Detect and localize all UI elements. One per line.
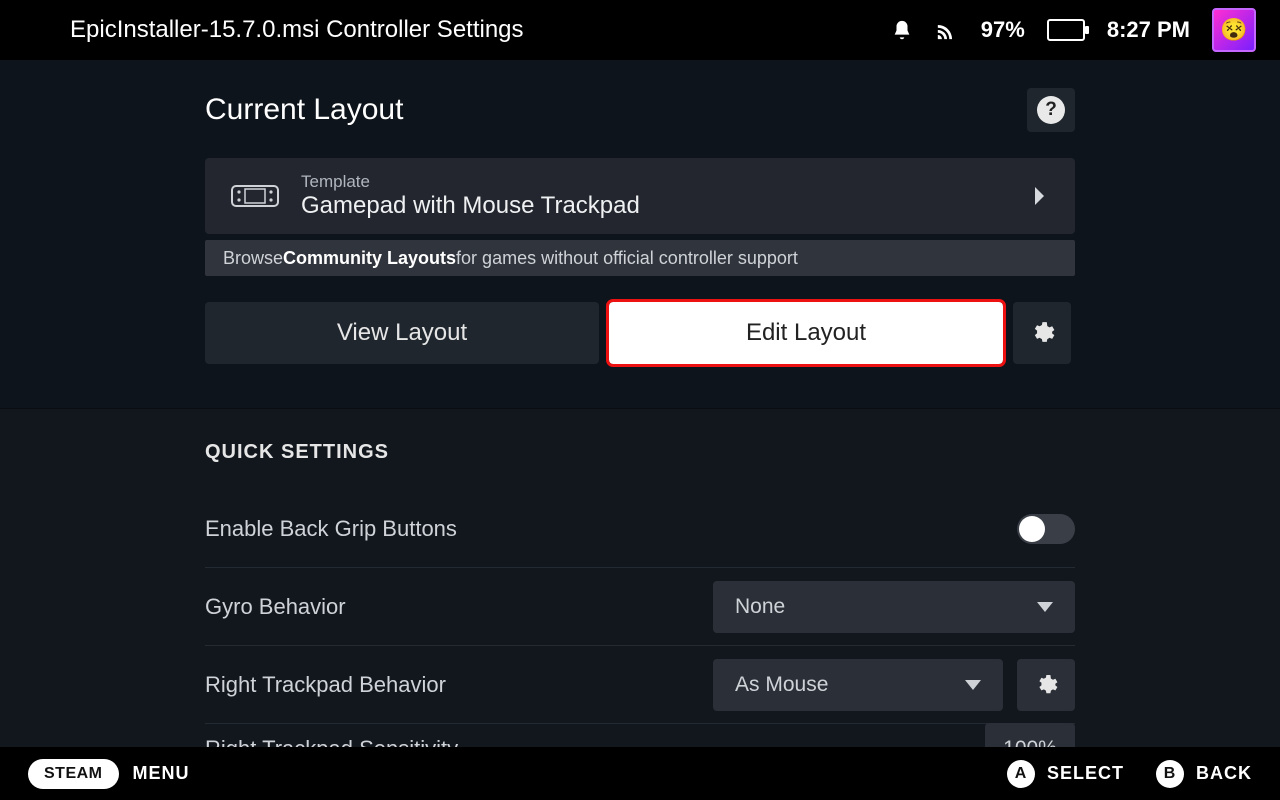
cast-icon[interactable] — [935, 19, 959, 41]
topbar: EpicInstaller-15.7.0.msi Controller Sett… — [0, 0, 1280, 60]
avatar[interactable]: 😵 — [1212, 8, 1256, 52]
select-label: SELECT — [1047, 763, 1124, 784]
view-layout-button[interactable]: View Layout — [205, 302, 599, 364]
bottom-hints: A SELECT B BACK — [1007, 760, 1252, 788]
bell-icon[interactable] — [891, 18, 913, 42]
controller-icon — [231, 181, 279, 211]
rtracksens-value: 100% — [1003, 737, 1057, 747]
battery-percent: 97% — [981, 17, 1025, 43]
edit-layout-button[interactable]: Edit Layout — [609, 302, 1003, 364]
row-back-grip-label: Enable Back Grip Buttons — [205, 516, 457, 542]
chevron-down-icon — [965, 680, 981, 690]
chevron-down-icon — [1037, 602, 1053, 612]
help-button[interactable]: ? — [1027, 88, 1075, 132]
steam-label: STEAM — [44, 765, 103, 783]
community-text-pre: Browse — [223, 248, 283, 269]
main: Current Layout ? Template Gamepad with M… — [0, 60, 1280, 747]
quick-settings-heading: QUICK SETTINGS — [205, 441, 1075, 464]
hint-select: A SELECT — [1007, 760, 1124, 788]
bottombar: STEAM MENU A SELECT B BACK — [0, 747, 1280, 800]
clock: 8:27 PM — [1107, 17, 1190, 43]
community-layouts-row[interactable]: Browse Community Layouts for games witho… — [205, 240, 1075, 276]
back-grip-toggle[interactable] — [1017, 514, 1075, 544]
template-text: Template Gamepad with Mouse Trackpad — [301, 172, 640, 220]
template-card[interactable]: Template Gamepad with Mouse Trackpad — [205, 158, 1075, 234]
rtrackpad-value: As Mouse — [735, 673, 828, 697]
quick-settings: QUICK SETTINGS Enable Back Grip Buttons … — [0, 408, 1280, 747]
b-button-icon: B — [1156, 760, 1184, 788]
community-text-post: for games without official controller su… — [456, 248, 798, 269]
rtrackpad-settings-button[interactable] — [1017, 659, 1075, 711]
gear-icon — [1034, 673, 1058, 697]
row-gyro-label: Gyro Behavior — [205, 594, 346, 620]
chevron-right-icon — [1033, 187, 1045, 205]
edit-layout-label: Edit Layout — [746, 319, 866, 347]
row-rtrackpad-label: Right Trackpad Behavior — [205, 672, 446, 698]
gyro-dropdown[interactable]: None — [713, 581, 1075, 633]
layout-settings-button[interactable] — [1013, 302, 1071, 364]
rtrackpad-dropdown[interactable]: As Mouse — [713, 659, 1003, 711]
layout-heading-row: Current Layout ? — [205, 60, 1075, 132]
avatar-emoji: 😵 — [1220, 17, 1247, 43]
template-label: Template — [301, 172, 640, 192]
menu-label: MENU — [133, 763, 190, 783]
template-name: Gamepad with Mouse Trackpad — [301, 192, 640, 220]
community-text-bold: Community Layouts — [283, 248, 456, 269]
layout-buttons: View Layout Edit Layout — [205, 302, 1075, 364]
gear-icon — [1029, 320, 1055, 346]
row-rtracksens-label: Right Trackpad Sensitivity — [205, 736, 458, 747]
status-area: 97% 8:27 PM 😵 — [891, 8, 1256, 52]
row-gyro: Gyro Behavior None — [205, 568, 1075, 646]
gyro-value: None — [735, 595, 785, 619]
steam-button[interactable]: STEAM — [28, 759, 119, 789]
layout-section: Current Layout ? Template Gamepad with M… — [205, 60, 1075, 364]
page-title: EpicInstaller-15.7.0.msi Controller Sett… — [70, 16, 891, 44]
row-rtrackpad-behavior: Right Trackpad Behavior As Mouse — [205, 646, 1075, 724]
view-layout-label: View Layout — [337, 319, 467, 347]
layout-heading: Current Layout — [205, 93, 403, 127]
hint-back: B BACK — [1156, 760, 1252, 788]
rtracksens-value-box[interactable]: 100% — [985, 723, 1075, 747]
a-button-icon: A — [1007, 760, 1035, 788]
back-label: BACK — [1196, 763, 1252, 784]
help-icon: ? — [1037, 96, 1065, 124]
row-back-grip: Enable Back Grip Buttons — [205, 490, 1075, 568]
row-rtrackpad-sensitivity: Right Trackpad Sensitivity 100% — [205, 724, 1075, 747]
battery-icon — [1047, 19, 1085, 41]
menu-button[interactable]: MENU — [133, 763, 190, 784]
